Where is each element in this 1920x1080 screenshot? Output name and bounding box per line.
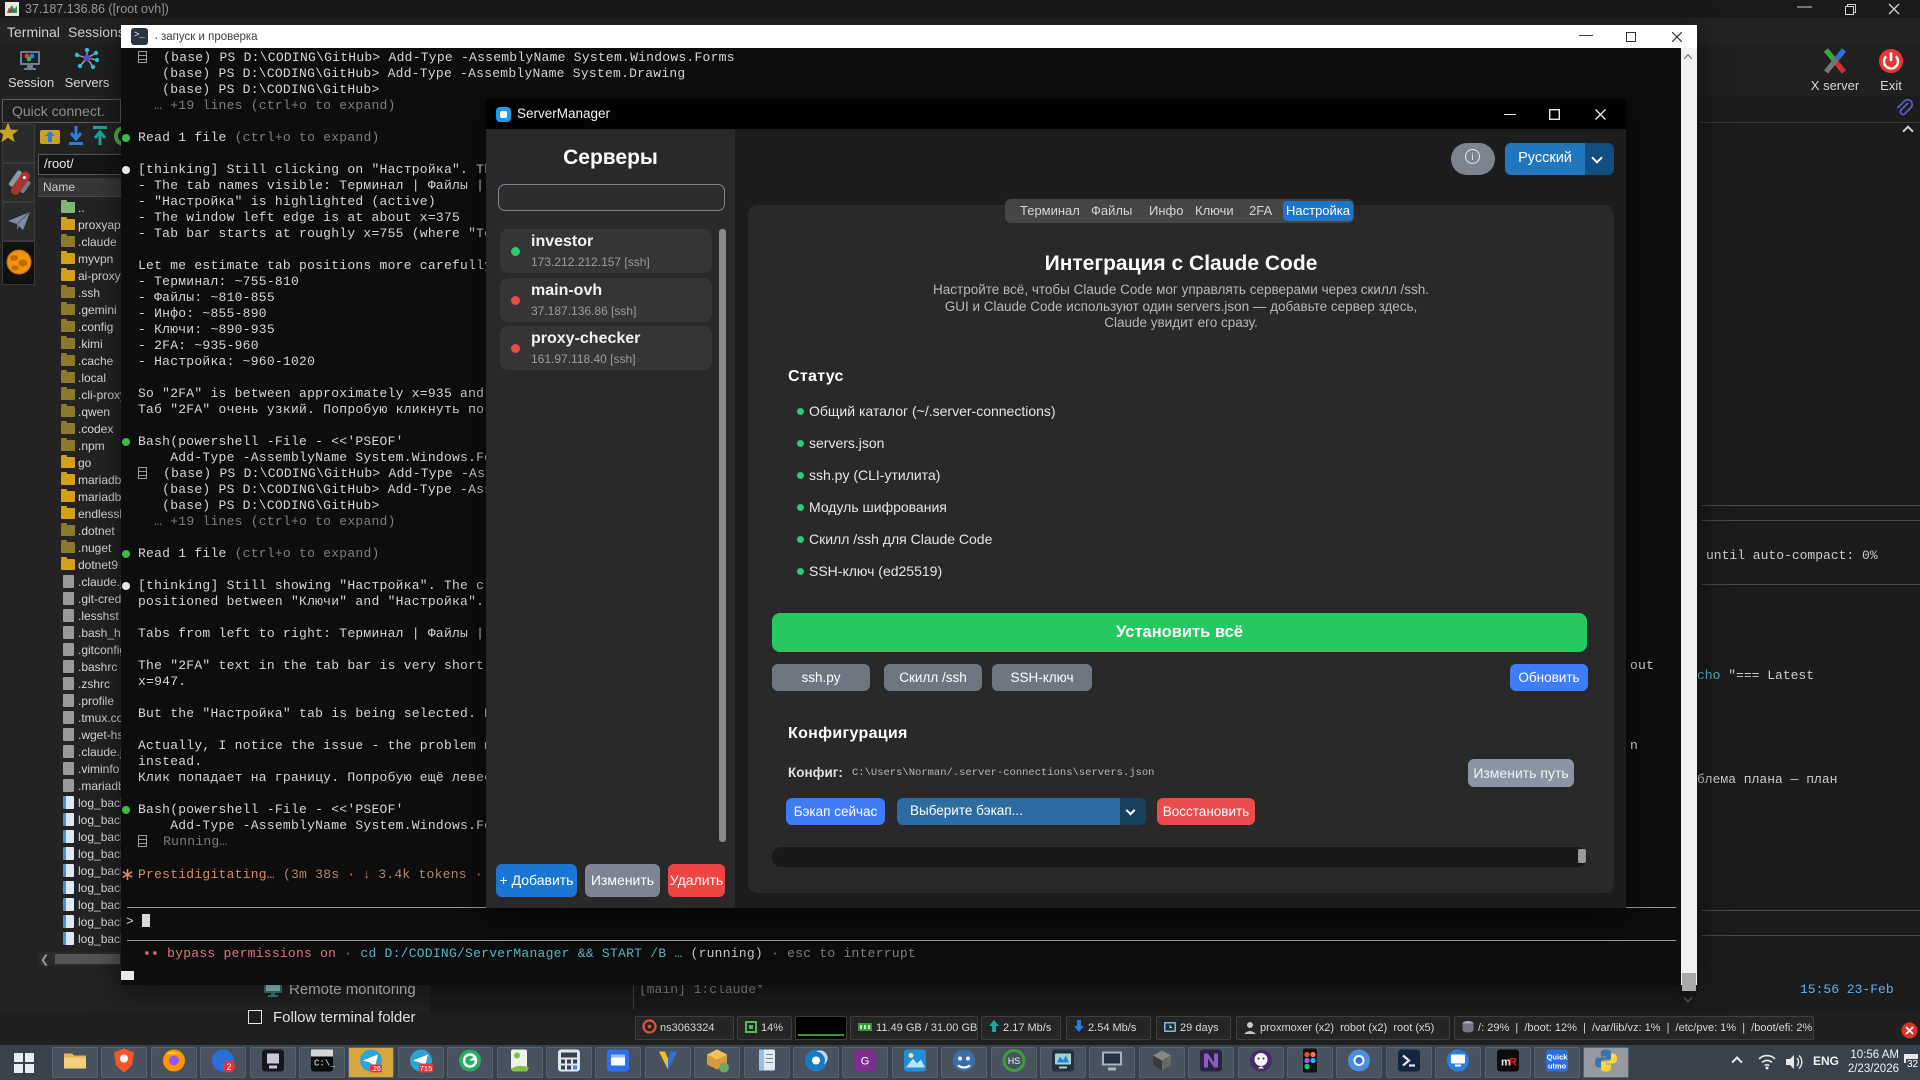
svg-text:715: 715: [420, 1064, 433, 1073]
svg-text:G: G: [861, 1055, 870, 1067]
svg-text:Quick: Quick: [1547, 1052, 1569, 1061]
svg-text:.26: .26: [371, 1066, 381, 1073]
svg-text:2: 2: [226, 1062, 231, 1072]
svg-text:R: R: [1509, 1056, 1517, 1068]
svg-text:C:\_: C:\_: [314, 1058, 335, 1068]
svg-text:HS: HS: [1008, 1056, 1021, 1066]
svg-text:utmo: utmo: [1548, 1061, 1567, 1070]
